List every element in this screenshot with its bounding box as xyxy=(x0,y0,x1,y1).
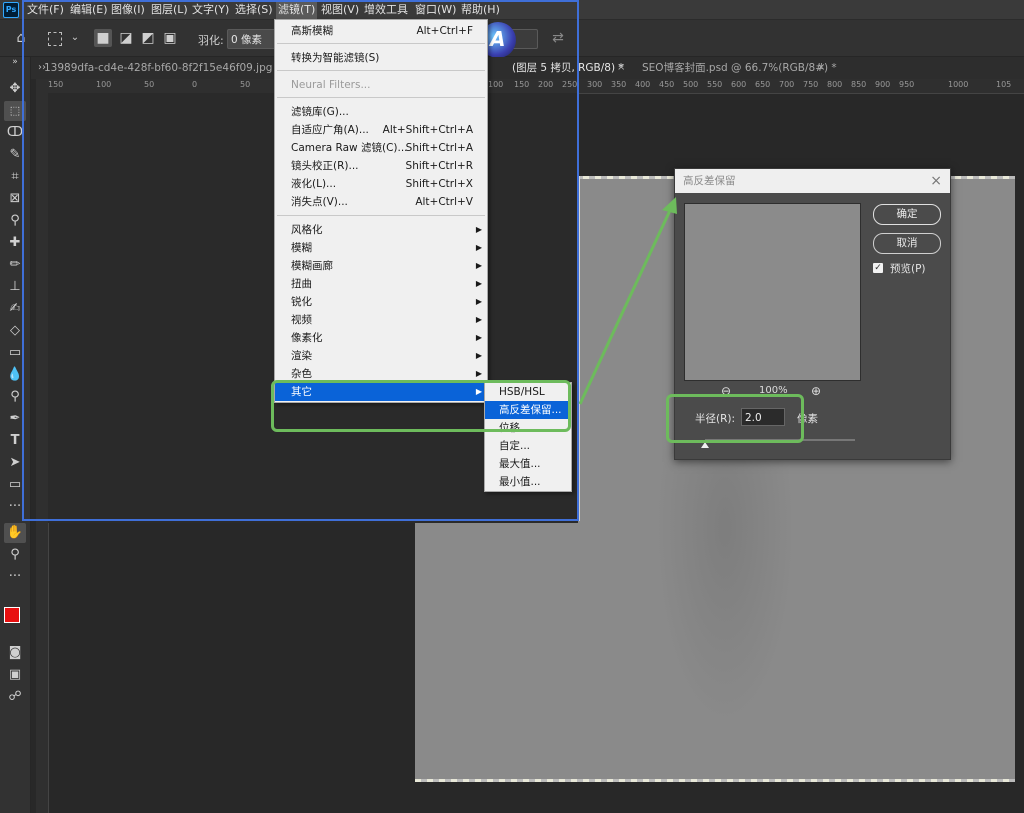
menu-item-adaptive-wide-angle[interactable]: 自适应广角(A)... Alt+Shift+Ctrl+A xyxy=(275,121,487,139)
menu-item-label: 消失点(V)... xyxy=(291,196,348,208)
menu-divider xyxy=(277,43,485,44)
menu-divider xyxy=(277,97,485,98)
menu-item-label: Neural Filters... xyxy=(291,79,371,91)
menu-item-camera-raw[interactable]: Camera Raw 滤镜(C)... Shift+Ctrl+A xyxy=(275,139,487,157)
ruler-label: 700 xyxy=(779,80,795,89)
menu-item-liquify[interactable]: 液化(L)... Shift+Ctrl+X xyxy=(275,175,487,193)
submenu-arrow-icon: ▶ xyxy=(475,225,482,234)
menu-item-label: Camera Raw 滤镜(C)... xyxy=(291,142,408,154)
marching-ants-bottom xyxy=(415,779,1015,782)
ruler-label: 300 xyxy=(587,80,603,89)
submenu-item-maximum[interactable]: 最大值... xyxy=(485,455,571,473)
menu-item-shortcut: Alt+Ctrl+F xyxy=(416,25,473,37)
annotation-box-menu xyxy=(271,380,571,432)
ruler-label: 850 xyxy=(851,80,867,89)
filter-dropdown-menu: 高斯模糊 Alt+Ctrl+F 转换为智能滤镜(S) Neural Filters… xyxy=(274,19,488,403)
ruler-label: 400 xyxy=(635,80,651,89)
dialog-preview-image[interactable] xyxy=(684,203,861,381)
menu-item-convert-smart-filter[interactable]: 转换为智能滤镜(S) xyxy=(275,49,487,67)
hand-tool-icon[interactable]: ✋ xyxy=(4,523,26,543)
menu-item-video[interactable]: 视频 ▶ xyxy=(275,311,487,329)
menu-item-label: 高斯模糊 xyxy=(291,25,333,37)
submenu-arrow-icon: ▶ xyxy=(475,315,482,324)
zoom-tool-icon[interactable]: ⚲ xyxy=(4,545,26,565)
ruler-label: 600 xyxy=(731,80,747,89)
dialog-title: 高反差保留 xyxy=(683,175,736,187)
menu-item-sharpen[interactable]: 锐化 ▶ xyxy=(275,293,487,311)
preview-checkbox[interactable]: ✓ xyxy=(873,263,883,273)
dialog-titlebar: 高反差保留 × xyxy=(675,169,950,193)
ok-button[interactable]: 确定 xyxy=(873,204,941,225)
menu-item-label: 滤镜库(G)... xyxy=(291,106,349,118)
menu-item-label: 最大值... xyxy=(499,458,541,470)
ruler-label: 800 xyxy=(827,80,843,89)
submenu-arrow-icon: ▶ xyxy=(475,243,482,252)
submenu-arrow-icon: ▶ xyxy=(475,261,482,270)
menu-item-neural-filters: Neural Filters... xyxy=(275,76,487,94)
menu-item-shortcut: Shift+Ctrl+R xyxy=(405,160,473,172)
menu-divider xyxy=(277,215,485,216)
submenu-item-custom[interactable]: 自定... xyxy=(485,437,571,455)
ruler-label: 500 xyxy=(683,80,699,89)
menu-item-stylize[interactable]: 风格化 ▶ xyxy=(275,221,487,239)
menu-item-distort[interactable]: 扭曲 ▶ xyxy=(275,275,487,293)
annotation-box-radius xyxy=(666,394,804,443)
share-icon[interactable]: ☍ xyxy=(4,687,26,707)
menu-item-lens-correction[interactable]: 镜头校正(R)... Shift+Ctrl+R xyxy=(275,157,487,175)
menu-item-label: 模糊画廊 xyxy=(291,260,333,272)
submenu-arrow-icon: ▶ xyxy=(475,351,482,360)
menu-item-blur-gallery[interactable]: 模糊画廊 ▶ xyxy=(275,257,487,275)
ruler-label: 650 xyxy=(755,80,771,89)
menu-item-render[interactable]: 渲染 ▶ xyxy=(275,347,487,365)
menu-item-label: 扭曲 xyxy=(291,278,312,290)
menu-item-label: 像素化 xyxy=(291,332,323,344)
menu-item-label: 镜头校正(R)... xyxy=(291,160,359,172)
tab-doc-3[interactable]: SEO博客封面.psd @ 66.7%(RGB/8#) * xyxy=(642,57,837,79)
close-icon[interactable]: × xyxy=(930,169,942,193)
foreground-color-swatch[interactable] xyxy=(4,607,20,623)
menu-item-shortcut: Alt+Ctrl+V xyxy=(415,196,473,208)
menu-item-label: 锐化 xyxy=(291,296,312,308)
ruler-label: 1000 xyxy=(948,80,969,89)
menu-item-label: 渲染 xyxy=(291,350,312,362)
submenu-arrow-icon: ▶ xyxy=(475,333,482,342)
submenu-arrow-icon: ▶ xyxy=(475,297,482,306)
photoshop-logo: Ps xyxy=(3,2,19,18)
submenu-item-minimum[interactable]: 最小值... xyxy=(485,473,571,491)
close-icon[interactable]: × xyxy=(617,57,625,79)
quick-mask-icon[interactable]: ◙ xyxy=(4,643,26,663)
menu-item-label: 模糊 xyxy=(291,242,312,254)
screen-mode-icon[interactable]: ▣ xyxy=(4,665,26,685)
ruler-label: 350 xyxy=(611,80,627,89)
submenu-arrow-icon: ▶ xyxy=(475,279,482,288)
menu-item-label: 转换为智能滤镜(S) xyxy=(291,52,380,64)
menu-item-label: 风格化 xyxy=(291,224,323,236)
ruler-label: 450 xyxy=(659,80,675,89)
menu-item-pixelate[interactable]: 像素化 ▶ xyxy=(275,329,487,347)
menu-item-label: 视频 xyxy=(291,314,312,326)
ruler-label: 550 xyxy=(707,80,723,89)
preview-checkbox-label: 预览(P) xyxy=(890,263,926,275)
ruler-label: 750 xyxy=(803,80,819,89)
cancel-button[interactable]: 取消 xyxy=(873,233,941,254)
ruler-label: 105 xyxy=(996,80,1012,89)
menu-item-gaussian-blur[interactable]: 高斯模糊 Alt+Ctrl+F xyxy=(275,22,487,40)
menu-item-shortcut: Shift+Ctrl+A xyxy=(405,142,473,154)
edit-toolbar-icon[interactable]: ··· xyxy=(4,567,26,587)
menu-item-label: 最小值... xyxy=(499,476,541,488)
menu-item-shortcut: Alt+Shift+Ctrl+A xyxy=(382,124,473,136)
menu-item-label: 自适应广角(A)... xyxy=(291,124,369,136)
menu-item-shortcut: Shift+Ctrl+X xyxy=(405,178,473,190)
menu-item-blur[interactable]: 模糊 ▶ xyxy=(275,239,487,257)
menu-item-filter-gallery[interactable]: 滤镜库(G)... xyxy=(275,103,487,121)
menu-divider xyxy=(277,70,485,71)
close-icon[interactable]: × xyxy=(817,57,825,79)
zoom-in-icon[interactable]: ⊕ xyxy=(811,384,821,398)
menu-item-vanishing-point[interactable]: 消失点(V)... Alt+Ctrl+V xyxy=(275,193,487,211)
ruler-label: 950 xyxy=(899,80,915,89)
menu-item-label: 液化(L)... xyxy=(291,178,337,190)
ruler-label: 900 xyxy=(875,80,891,89)
menu-item-label: 自定... xyxy=(499,440,531,452)
